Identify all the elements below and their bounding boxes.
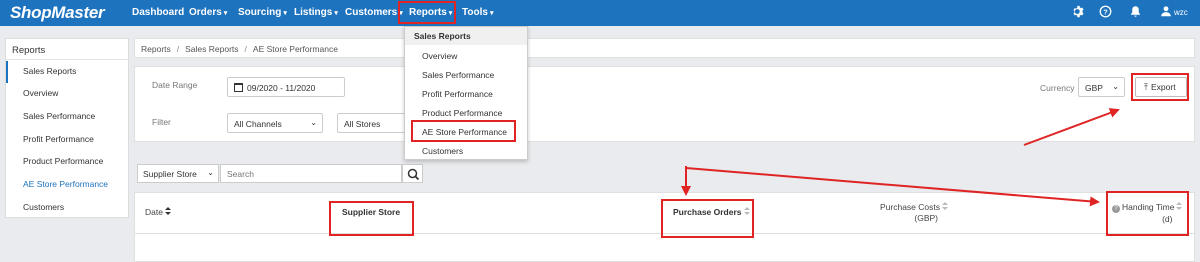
annotation-arrows xyxy=(681,108,1120,207)
arrow-to-handing-time xyxy=(685,167,1100,207)
arrow-to-export xyxy=(1023,108,1120,146)
